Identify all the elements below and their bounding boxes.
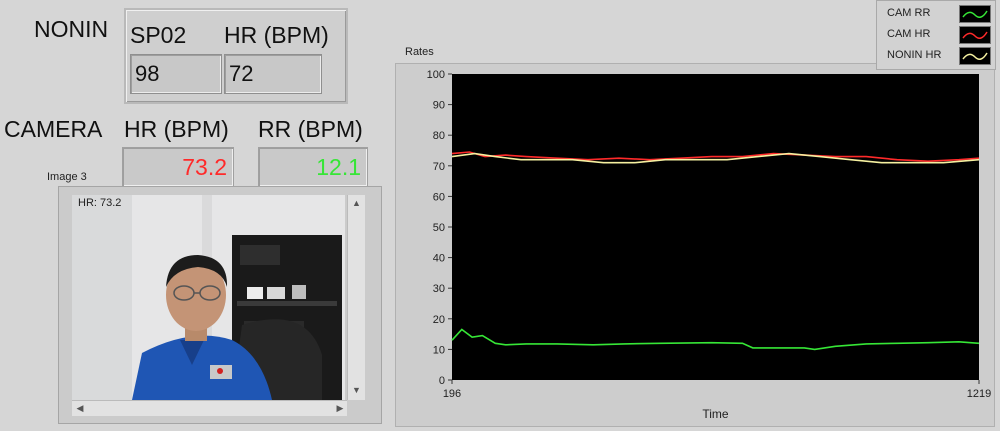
- x-tick-label: 196: [443, 388, 461, 400]
- y-tick-label: 90: [433, 100, 445, 112]
- nonin-title: NONIN: [34, 16, 109, 42]
- green-line-icon: [959, 5, 991, 23]
- nonin-hr-value-field: 72: [224, 54, 322, 94]
- spo2-value-field: 98: [130, 54, 222, 94]
- camera-title: CAMERA: [4, 116, 103, 142]
- camera-hr-value-field: 73.2: [122, 147, 234, 187]
- camera-scene-image: [72, 195, 345, 400]
- y-tick-label: 100: [427, 69, 445, 81]
- camera-rr-label: RR (BPM): [258, 116, 363, 142]
- camera-rr-value-field: 12.1: [258, 147, 368, 187]
- y-tick-label: 0: [439, 375, 445, 387]
- image-panel-label: Image 3: [47, 171, 87, 183]
- camera-image: HR: 73.2: [72, 195, 345, 400]
- scroll-right-icon[interactable]: ▶: [334, 402, 346, 414]
- y-tick-label: 20: [433, 314, 445, 326]
- y-tick-label: 10: [433, 344, 445, 356]
- y-tick-label: 60: [433, 191, 445, 203]
- y-tick-label: 70: [433, 161, 445, 173]
- y-tick-label: 40: [433, 253, 445, 265]
- camera-hr-label: HR (BPM): [124, 116, 229, 142]
- scroll-down-icon[interactable]: ▼: [350, 384, 363, 396]
- red-line-icon: [959, 26, 991, 44]
- image-vertical-scrollbar[interactable]: ▲ ▼: [347, 195, 365, 400]
- chart-legend: CAM RR CAM HR NONIN HR: [876, 0, 996, 70]
- hr-overlay-text: HR: 73.2: [78, 197, 122, 209]
- chart-title: Rates: [405, 46, 434, 58]
- spo2-label: SP02: [130, 22, 187, 48]
- image-horizontal-scrollbar[interactable]: ◀ ▶: [72, 400, 347, 416]
- scroll-left-icon[interactable]: ◀: [74, 402, 86, 414]
- scroll-up-icon[interactable]: ▲: [350, 197, 363, 209]
- x-tick-label: 1219: [967, 388, 991, 400]
- yellow-line-icon: [959, 47, 991, 65]
- y-tick-label: 30: [433, 283, 445, 295]
- y-tick-label: 50: [433, 222, 445, 234]
- plot-area: [452, 74, 979, 380]
- legend-item: CAM HR: [887, 28, 931, 40]
- x-axis-label: Time: [702, 407, 729, 421]
- nonin-hr-label: HR (BPM): [224, 22, 329, 48]
- rates-chart: 0 10 20 30 40 50 60 70 80 90 100 196 1219 Time: [427, 69, 992, 421]
- legend-item: NONIN HR: [887, 49, 942, 61]
- y-tick-label: 80: [433, 130, 445, 142]
- legend-item: CAM RR: [887, 7, 931, 19]
